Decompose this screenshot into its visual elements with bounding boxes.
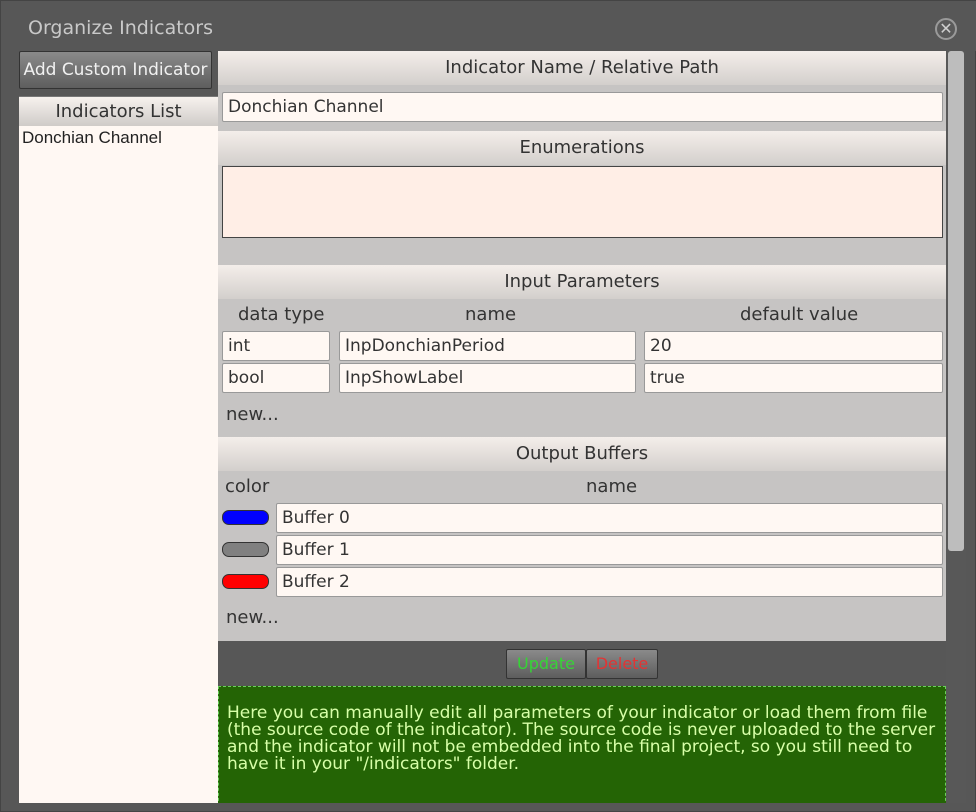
info-message: Here you can manually edit all parameter… [218, 686, 946, 803]
delete-button[interactable]: Delete [586, 649, 658, 679]
left-column: Add Custom Indicator Indicators List Don… [18, 51, 218, 803]
indicator-editor-panel: Indicator Name / Relative Path Donchian … [218, 51, 946, 803]
column-name: name [465, 304, 517, 325]
buffer-name-input[interactable]: Buffer 0 [276, 503, 943, 533]
close-icon[interactable]: ✕ [935, 18, 957, 40]
column-default-value: default value [740, 304, 859, 325]
buffer-name-input[interactable]: Buffer 2 [276, 567, 943, 597]
indicator-name-input[interactable]: Donchian Channel [222, 92, 943, 122]
action-bar: Update Delete [218, 641, 946, 686]
output-buffers-header: Output Buffers [218, 437, 946, 471]
param-type-input[interactable]: bool [222, 363, 330, 393]
buffer-color-swatch[interactable] [222, 542, 269, 557]
param-default-input[interactable]: true [644, 363, 943, 393]
indicators-list: Donchian Channel [19, 126, 218, 803]
update-button[interactable]: Update [506, 649, 586, 679]
indicator-name-header: Indicator Name / Relative Path [218, 51, 946, 85]
param-name-input[interactable]: InpDonchianPeriod [339, 331, 636, 361]
param-default-input[interactable]: 20 [644, 331, 943, 361]
buffer-color-swatch[interactable] [222, 510, 269, 525]
column-color: color [225, 476, 270, 497]
dialog-title: Organize Indicators [28, 17, 214, 39]
param-type-input[interactable]: int [222, 331, 330, 361]
title-bar[interactable]: Organize Indicators ✕ [1, 1, 976, 51]
scrollbar-thumb[interactable] [948, 51, 964, 551]
indicators-list-header: Indicators List [19, 96, 218, 126]
new-input-parameter-link[interactable]: new... [226, 404, 279, 425]
buffer-color-swatch[interactable] [222, 574, 269, 589]
input-parameters-header: Input Parameters [218, 265, 946, 299]
add-custom-indicator-button[interactable]: Add Custom Indicator [19, 51, 212, 89]
enumerations-header: Enumerations [218, 131, 946, 165]
organize-indicators-dialog: Organize Indicators ✕ Add Custom Indicat… [0, 0, 976, 812]
enumerations-textarea[interactable] [222, 166, 943, 238]
param-name-input[interactable]: InpShowLabel [339, 363, 636, 393]
column-buffer-name: name [586, 476, 638, 497]
list-item[interactable]: Donchian Channel [19, 126, 218, 150]
column-data-type: data type [238, 304, 325, 325]
panel-scrollbar[interactable] [946, 51, 966, 803]
buffer-name-input[interactable]: Buffer 1 [276, 535, 943, 565]
new-output-buffer-link[interactable]: new... [226, 607, 279, 628]
